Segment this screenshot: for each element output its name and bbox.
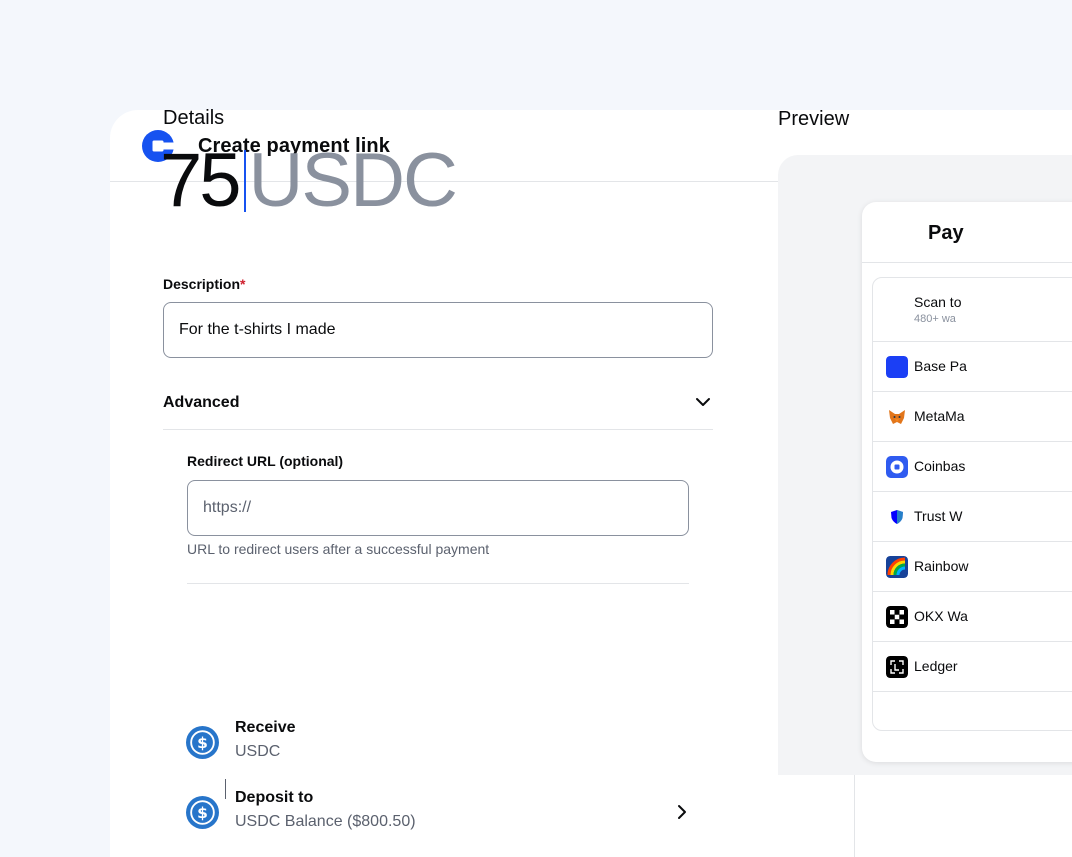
wallet-item-rainbow[interactable]: Rainbow	[873, 542, 1072, 592]
wallet-item-okx[interactable]: OKX Wa	[873, 592, 1072, 642]
usdc-coin-icon: $	[186, 796, 219, 829]
description-label-text: Description	[163, 276, 241, 292]
amount-value: 75	[160, 138, 242, 223]
deposit-value: USDC Balance ($800.50)	[235, 813, 416, 830]
details-heading: Details	[163, 107, 225, 129]
svg-text:$: $	[197, 804, 208, 822]
scan-subtitle: 480+ wa	[914, 313, 956, 325]
receive-title: Receive	[235, 719, 296, 736]
wallet-list: Scan to 480+ wa Base Pa MetaMa Coinbas T…	[872, 277, 1072, 731]
svg-text:$: $	[197, 734, 208, 752]
redirect-url-label: Redirect URL (optional)	[187, 453, 344, 469]
receive-value: USDC	[235, 743, 281, 760]
wallet-name: Coinbas	[914, 458, 966, 474]
scan-qr-row[interactable]: Scan to 480+ wa	[873, 278, 1072, 342]
advanced-toggle[interactable]: Advanced	[163, 380, 713, 430]
base-icon	[886, 356, 908, 378]
trust-shield-icon	[886, 506, 908, 528]
text-cursor	[225, 779, 226, 799]
wallet-item-coinbase[interactable]: Coinbas	[873, 442, 1072, 492]
pay-title: Pay	[928, 222, 964, 244]
scan-title: Scan to	[914, 294, 962, 310]
metamask-fox-icon	[886, 406, 908, 428]
preview-heading: Preview	[778, 108, 850, 130]
wallet-name: Trust W	[914, 508, 963, 524]
wallet-item-metamask[interactable]: MetaMa	[873, 392, 1072, 442]
redirect-url-input[interactable]	[187, 480, 689, 536]
wallet-name: Ledger	[914, 658, 958, 674]
wallet-name: MetaMa	[914, 408, 965, 424]
chevron-right-icon	[678, 805, 686, 819]
receive-row: $ Receive USDC	[186, 717, 691, 767]
text-cursor	[243, 150, 246, 212]
usdc-coin-icon: $	[186, 726, 219, 759]
okx-icon	[886, 606, 908, 628]
redirect-url-help: URL to redirect users after a successful…	[187, 541, 490, 557]
rainbow-icon	[886, 556, 908, 578]
ledger-icon	[886, 656, 908, 678]
description-label: Description*	[163, 276, 245, 292]
wallet-name: Rainbow	[914, 558, 969, 574]
wallet-item-trust[interactable]: Trust W	[873, 492, 1072, 542]
payment-card-preview: Pay Scan to 480+ wa Base Pa MetaMa Coinb…	[862, 202, 1072, 762]
amount-input[interactable]: 75 USDC	[160, 136, 458, 226]
wallet-name: OKX Wa	[914, 608, 968, 624]
wallet-name: Base Pa	[914, 358, 967, 374]
description-input[interactable]	[163, 302, 713, 358]
required-mark: *	[240, 276, 246, 292]
card-divider	[862, 262, 1072, 263]
coinbase-wallet-icon	[886, 456, 908, 478]
currency-label: USDC	[248, 138, 458, 223]
wallet-item-ledger[interactable]: Ledger	[873, 642, 1072, 692]
deposit-title: Deposit to	[235, 789, 314, 806]
wallet-item-base[interactable]: Base Pa	[873, 342, 1072, 392]
deposit-to-row[interactable]: $ Deposit to USDC Balance ($800.50)	[186, 779, 691, 837]
advanced-label: Advanced	[163, 394, 240, 411]
chevron-down-icon	[696, 398, 710, 406]
section-divider	[187, 583, 689, 584]
